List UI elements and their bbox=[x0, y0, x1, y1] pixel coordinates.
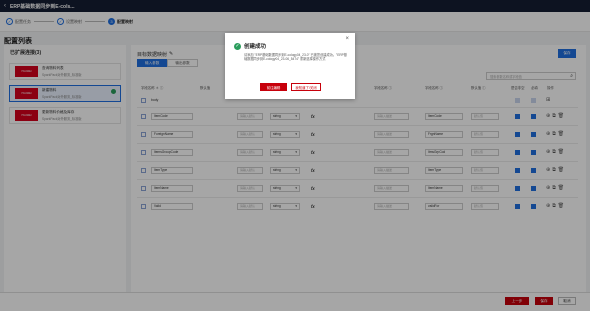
close-icon[interactable]: × bbox=[345, 36, 349, 42]
go-edit-button[interactable]: 前往编辑 bbox=[260, 83, 287, 91]
success-check-icon: ✓ bbox=[234, 42, 241, 50]
dialog-title-text: 创建成功 bbox=[244, 44, 267, 50]
dialog-title: ✓ 创建成功 bbox=[234, 42, 266, 50]
success-dialog: × ✓ 创建成功 请添加 "ERP基础数据同步到E-cology04_23-0"… bbox=[225, 33, 355, 99]
dialog-message: 请添加 "ERP基础数据同步到E-cology04_23-0" 已被您创建成功。… bbox=[244, 53, 347, 62]
acknowledge-button[interactable]: 我知道了/关闭 bbox=[291, 83, 321, 91]
